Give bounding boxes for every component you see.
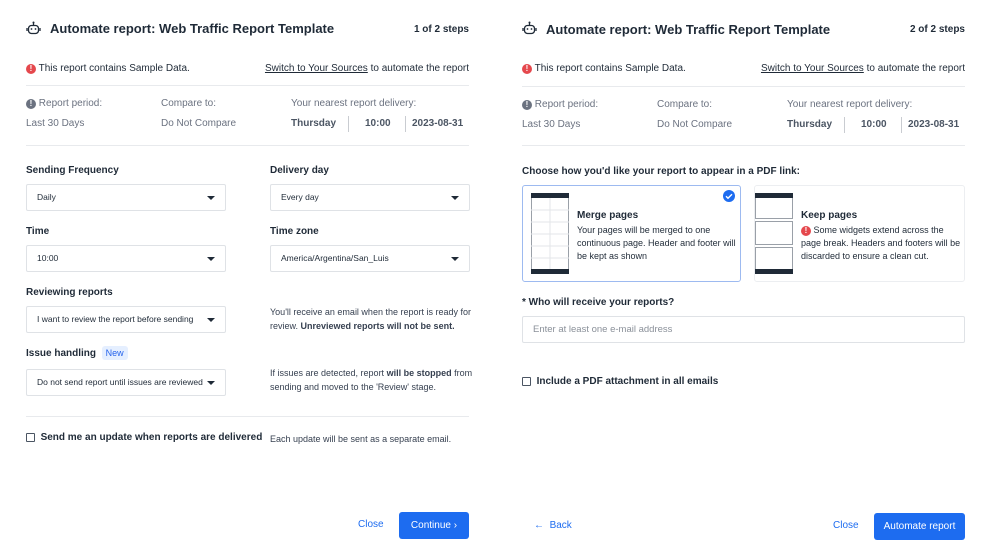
error-icon: ! (522, 64, 532, 74)
update-help: Each update will be sent as a separate e… (270, 434, 452, 444)
warning-text: This report contains Sample Data. (534, 63, 686, 74)
merge-pages-illustration (531, 193, 569, 274)
step-indicator: 1 of 2 steps (413, 24, 469, 35)
error-icon: ! (26, 64, 36, 74)
chevron-down-icon (207, 381, 215, 385)
warning: ! This report contains Sample Data. (26, 63, 190, 74)
keep-pages-title: Keep pages (801, 210, 858, 221)
compare-value: Do Not Compare (161, 118, 237, 129)
divider (522, 86, 965, 87)
check-circle-icon (723, 190, 735, 205)
chevron-down-icon (207, 257, 215, 261)
reviewing-select[interactable]: I want to review the report before sendi… (26, 306, 226, 333)
separator (405, 116, 406, 132)
report-period-value: Last 30 Days (522, 119, 581, 130)
timezone-select[interactable]: America/Argentina/San_Luis (270, 245, 470, 272)
recipients-input[interactable]: Enter at least one e-mail address (522, 316, 965, 343)
compare-value: Do Not Compare (657, 119, 733, 130)
merge-pages-option[interactable]: Merge pages Your pages will be merged to… (522, 185, 741, 282)
info-icon: ! (522, 100, 532, 110)
delivery-day: Thursday (787, 119, 833, 130)
keep-pages-desc: ! Some widgets extend across the page br… (801, 225, 961, 261)
delivery-time: 10:00 (365, 118, 391, 129)
robot-icon (26, 21, 41, 39)
switch-sources: Switch to Your Sources to automate the r… (761, 63, 965, 74)
arrow-left-icon: ← (534, 520, 544, 531)
error-icon: ! (801, 226, 811, 236)
attachment-checkbox[interactable] (522, 376, 531, 386)
switch-suffix: to automate the report (866, 63, 965, 74)
report-period-label: ! Report period: (26, 98, 102, 109)
time-label: Time (26, 226, 50, 237)
info-icon: ! (26, 99, 36, 109)
chevron-down-icon (451, 257, 459, 261)
issue-help: If issues are detected, report will be s… (270, 368, 473, 392)
switch-sources-link[interactable]: Switch to Your Sources (265, 63, 368, 74)
issue-handling-select[interactable]: Do not send report until issues are revi… (26, 369, 226, 396)
pdf-prompt: Choose how you'd like your report to app… (522, 166, 800, 177)
report-period-label: ! Report period: (522, 99, 598, 110)
separator (901, 117, 902, 133)
switch-suffix: to automate the report (370, 63, 469, 74)
robot-icon (522, 21, 537, 39)
keep-pages-illustration (755, 193, 793, 274)
delivery-day-label: Delivery day (270, 165, 329, 176)
chevron-down-icon (207, 196, 215, 200)
merge-pages-desc: Your pages will be merged to one continu… (577, 225, 736, 261)
timezone-label: Time zone (270, 226, 319, 237)
separator (348, 116, 349, 132)
step2-panel: Automate report: Web Traffic Report Temp… (496, 0, 992, 559)
warning-text: This report contains Sample Data. (38, 63, 190, 74)
keep-pages-option[interactable]: Keep pages ! Some widgets extend across … (754, 185, 965, 282)
time-select[interactable]: 10:00 (26, 245, 226, 272)
page-title: Automate report: Web Traffic Report Temp… (50, 21, 335, 36)
chevron-down-icon (451, 196, 459, 200)
delivery-day-select[interactable]: Every day (270, 184, 470, 211)
reviewing-help: You'll receive an email when the report … (270, 307, 471, 331)
divider (26, 85, 469, 86)
page-title: Automate report: Web Traffic Report Temp… (546, 22, 831, 37)
chevron-right-icon: › (453, 520, 458, 531)
compare-label: Compare to: (657, 99, 713, 110)
chevron-down-icon (207, 318, 215, 322)
sending-frequency-select[interactable]: Daily (26, 184, 226, 211)
step1-panel: Automate report: Web Traffic Report Temp… (0, 0, 496, 559)
divider (26, 145, 469, 146)
report-period-value: Last 30 Days (26, 118, 85, 129)
close-button[interactable]: Close (833, 520, 859, 531)
close-button[interactable]: Close (358, 519, 384, 530)
delivery-date: 2023-08-31 (412, 118, 464, 129)
step-indicator: 2 of 2 steps (909, 24, 965, 35)
back-button[interactable]: ← Back (534, 520, 572, 531)
issue-handling-label: Issue handling New (26, 346, 128, 360)
sending-frequency-label: Sending Frequency (26, 165, 119, 176)
separator (844, 117, 845, 133)
divider (26, 416, 469, 417)
divider (522, 145, 965, 146)
warning: ! This report contains Sample Data. (522, 63, 686, 74)
continue-button[interactable]: Continue › (399, 512, 469, 539)
update-checkbox[interactable] (26, 432, 35, 442)
delivery-day: Thursday (291, 118, 337, 129)
reviewing-label: Reviewing reports (26, 287, 113, 298)
switch-sources-link[interactable]: Switch to Your Sources (761, 63, 864, 74)
automate-report-button[interactable]: Automate report (874, 513, 965, 540)
recipients-label: * Who will receive your reports? (522, 297, 675, 308)
update-checkbox-row[interactable]: Send me an update when reports are deliv… (26, 432, 262, 443)
compare-label: Compare to: (161, 98, 217, 109)
delivery-label: Your nearest report delivery: (291, 98, 417, 109)
merge-pages-title: Merge pages (577, 210, 639, 221)
delivery-label: Your nearest report delivery: (787, 99, 913, 110)
delivery-date: 2023-08-31 (908, 119, 960, 130)
switch-sources: Switch to Your Sources to automate the r… (265, 63, 469, 74)
delivery-time: 10:00 (861, 119, 887, 130)
new-badge: New (101, 346, 128, 360)
attachment-checkbox-row[interactable]: Include a PDF attachment in all emails (522, 376, 718, 387)
